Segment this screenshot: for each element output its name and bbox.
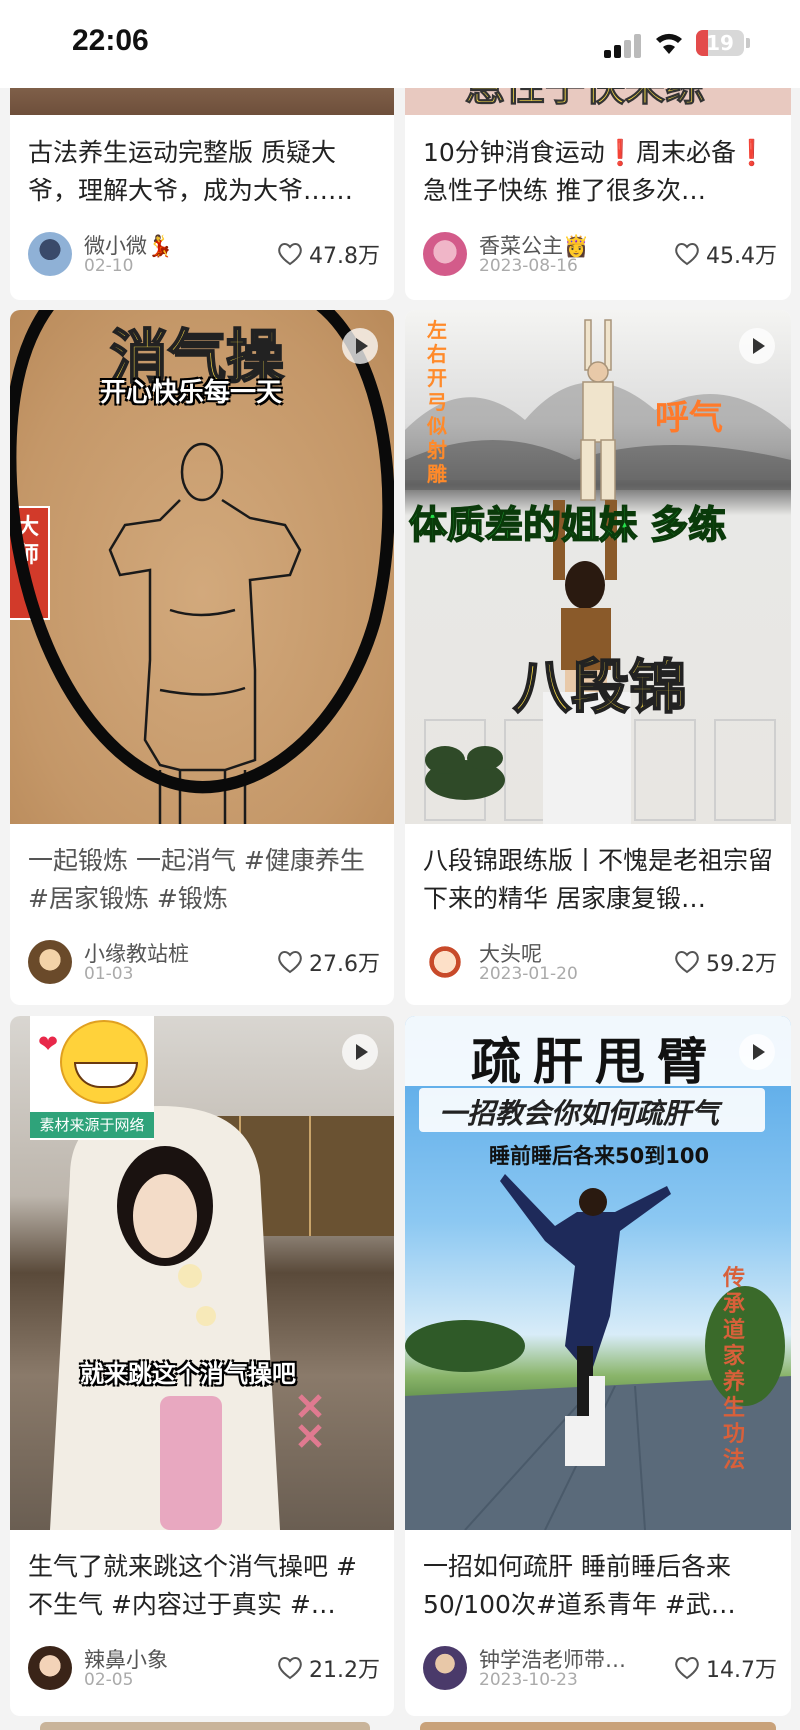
- thumbnail-big-title: 八段锦: [512, 652, 688, 722]
- post-date: 2023-01-20: [479, 964, 578, 984]
- card-meta: 香菜公主👸 2023-08-16 45.4万: [423, 230, 777, 278]
- card-thumbnail[interactable]: 左右开弓似射雕 呼气 体质差的姐妹 多练 八段锦: [405, 310, 791, 824]
- avatar[interactable]: [28, 232, 72, 276]
- status-bar: 22:06 19: [0, 0, 800, 88]
- like-count-value: 47.8万: [309, 244, 380, 269]
- feed-card-2[interactable]: 急性子快来练 10分钟消食运动❗周末必备❗急性子快练 推了很多次… 香菜公主👸 …: [405, 70, 791, 300]
- feed-card-1[interactable]: 古法养生运动完整版 质疑大爷，理解大爷，成为大爷…… 微小微💃 02-10 47…: [10, 70, 394, 300]
- thumbnail-caption: 就来跳这个消气操吧: [80, 1360, 296, 1388]
- post-date: 02-05: [84, 1670, 134, 1690]
- card-title[interactable]: 生气了就来跳这个消气操吧 #不生气 #内容过于真实 #…: [28, 1548, 380, 1624]
- status-time: 22:06: [72, 24, 149, 57]
- card-meta: 钟学浩老师带… 2023-10-23 14.7万: [423, 1644, 777, 1692]
- like-count[interactable]: 59.2万: [674, 946, 777, 978]
- feed-card-3[interactable]: 消气操 开心快乐每一天 大师 一起锻炼 一起消气 #健康养生 #居家锻炼 #锻炼…: [10, 310, 394, 1005]
- like-count-value: 27.6万: [309, 952, 380, 977]
- cellular-signal-icon: [604, 32, 644, 58]
- card-meta: 小缘教站桩 01-03 27.6万: [28, 938, 380, 986]
- card-title[interactable]: 10分钟消食运动❗周末必备❗急性子快练 推了很多次…: [423, 134, 777, 210]
- avatar[interactable]: [28, 940, 72, 984]
- drawn-circle-annotation: [10, 310, 394, 794]
- like-count[interactable]: 27.6万: [277, 946, 380, 978]
- card-title[interactable]: 一起锻炼 一起消气 #健康养生 #居家锻炼 #锻炼: [28, 842, 380, 918]
- like-count[interactable]: 45.4万: [674, 238, 777, 270]
- like-count[interactable]: 14.7万: [674, 1652, 777, 1684]
- thumbnail-side-text: 左右开弓似射雕: [427, 318, 447, 486]
- heart-sticker-icon: ❤: [38, 1030, 59, 1058]
- card-title[interactable]: 一招如何疏肝 睡前睡后各来50/100次#道系青年 #武…: [423, 1548, 777, 1624]
- card-thumbnail[interactable]: 疏肝甩臂 一招教会你如何疏肝气 睡前睡后各来50到100 传承道家养生功法: [405, 1016, 791, 1530]
- play-button-icon[interactable]: [739, 328, 775, 364]
- play-button-icon[interactable]: [342, 328, 378, 364]
- source-badge: 素材来源于网络: [30, 1112, 154, 1138]
- emoji-mouth: [74, 1062, 138, 1088]
- heart-icon[interactable]: [277, 242, 303, 266]
- battery-tip: [746, 38, 750, 48]
- avatar[interactable]: [28, 1646, 72, 1690]
- mountain-background: [405, 319, 791, 824]
- post-date: 01-03: [84, 964, 134, 984]
- heart-icon[interactable]: [277, 1656, 303, 1680]
- like-count-value: 14.7万: [706, 1658, 777, 1683]
- card-meta: 微小微💃 02-10 47.8万: [28, 230, 380, 278]
- next-card-peek-left[interactable]: [40, 1722, 370, 1730]
- avatar[interactable]: [423, 940, 467, 984]
- like-count-value: 45.4万: [706, 244, 777, 269]
- play-button-icon[interactable]: [739, 1034, 775, 1070]
- grin-emoji-icon: [60, 1020, 148, 1104]
- like-count-value: 59.2万: [706, 952, 777, 977]
- feed-card-6[interactable]: 疏肝甩臂 一招教会你如何疏肝气 睡前睡后各来50到100 传承道家养生功法 一招…: [405, 1016, 791, 1716]
- post-date: 2023-08-16: [479, 256, 578, 276]
- thumbnail-breath-label: 呼气: [655, 398, 723, 438]
- heart-icon[interactable]: [674, 242, 700, 266]
- avatar[interactable]: [423, 232, 467, 276]
- feed-card-4[interactable]: 左右开弓似射雕 呼气 体质差的姐妹 多练 八段锦 八段锦跟练版丨不愧是老祖宗留下…: [405, 310, 791, 1005]
- post-date: 2023-10-23: [479, 1670, 578, 1690]
- wifi-icon: [656, 33, 682, 54]
- thumbnail-mid-text: 体质差的姐妹 多练: [408, 502, 727, 548]
- next-card-peek-right[interactable]: [420, 1722, 776, 1730]
- card-title[interactable]: 古法养生运动完整版 质疑大爷，理解大爷，成为大爷……: [28, 134, 380, 210]
- like-count[interactable]: 47.8万: [277, 238, 380, 270]
- heart-icon[interactable]: [674, 1656, 700, 1680]
- heart-icon[interactable]: [674, 950, 700, 974]
- card-thumbnail[interactable]: ❤ 素材来源于网络 就来跳这个消气操吧: [10, 1016, 394, 1530]
- card-meta: 大头呢 2023-01-20 59.2万: [423, 938, 777, 986]
- feed-card-5[interactable]: ❤ 素材来源于网络 就来跳这个消气操吧 生气了就来跳这个消气操吧 #不生气 #内…: [10, 1016, 394, 1716]
- play-button-icon[interactable]: [342, 1034, 378, 1070]
- heart-icon[interactable]: [277, 950, 303, 974]
- thumbnail-side-text: 传承道家养生功法: [723, 1266, 746, 1473]
- like-count[interactable]: 21.2万: [277, 1652, 380, 1684]
- post-date: 02-10: [84, 256, 134, 276]
- like-count-value: 21.2万: [309, 1658, 380, 1683]
- battery-icon: 19: [696, 30, 744, 56]
- avatar[interactable]: [423, 1646, 467, 1690]
- card-title[interactable]: 八段锦跟练版丨不愧是老祖宗留下来的精华 居家康复锻…: [423, 842, 777, 918]
- battery-level: 19: [706, 31, 734, 55]
- card-thumbnail[interactable]: 消气操 开心快乐每一天 大师: [10, 310, 394, 824]
- card-meta: 辣鼻小象 02-05 21.2万: [28, 1644, 380, 1692]
